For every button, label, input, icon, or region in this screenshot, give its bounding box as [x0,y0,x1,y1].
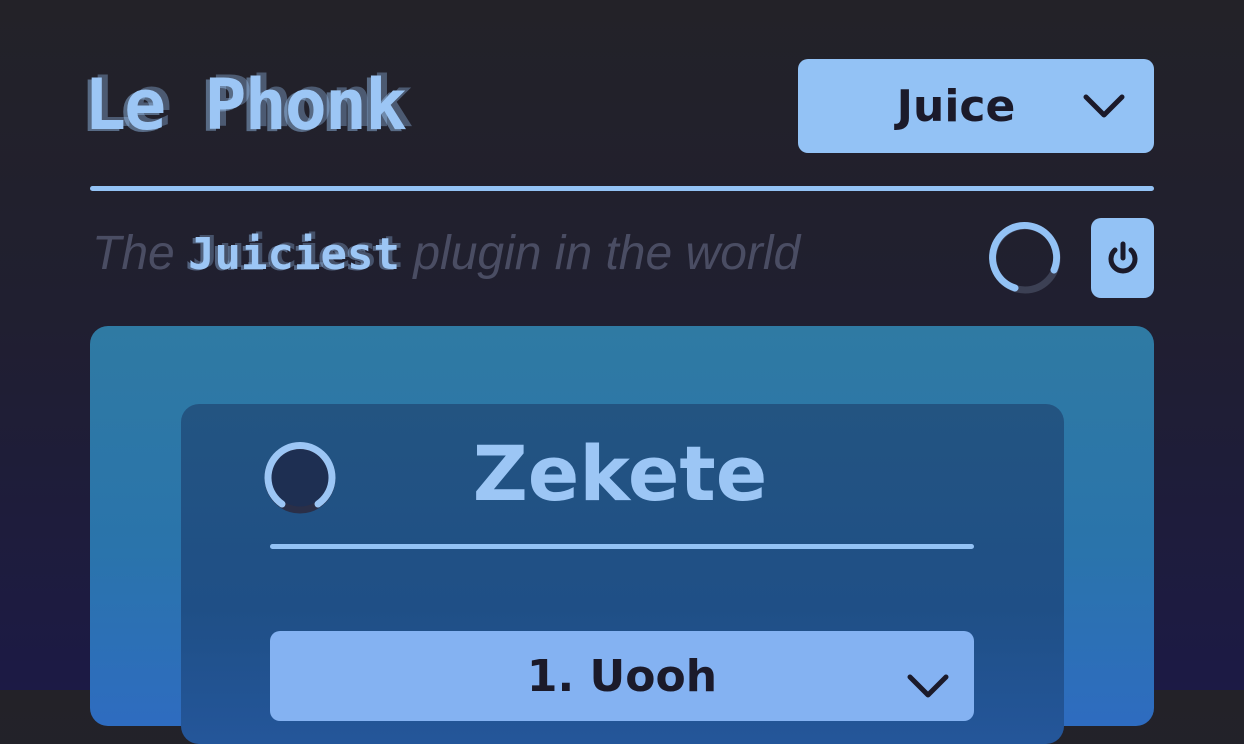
tagline: The Juiciest plugin in the world [92,227,801,281]
spinner-icon [264,442,336,514]
tagline-emphasis: Juiciest [188,229,400,280]
tagline-prefix: The [92,227,175,280]
power-icon [1108,241,1137,274]
preset-dropdown-value: Juice [896,80,1016,132]
module-divider [270,544,974,549]
chevron-down-icon [1083,94,1125,118]
mode-dropdown-value: 1. Uooh [526,651,718,702]
preset-dropdown[interactable]: Juice [798,59,1154,153]
chevron-down-icon [907,674,949,698]
mode-dropdown[interactable]: 1. Uooh [270,631,974,721]
power-button[interactable] [1091,218,1154,298]
app-logo: Le Phonk [84,64,407,146]
spinner-icon [989,222,1061,294]
header-divider [90,186,1154,191]
tagline-suffix: plugin in the world [413,227,801,280]
module-title: Zekete [472,429,768,518]
